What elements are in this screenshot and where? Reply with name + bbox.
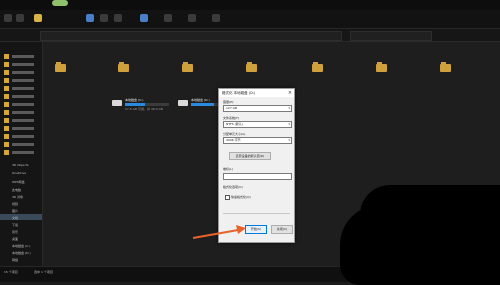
arrow-shaft [192, 229, 239, 239]
arrow-head [236, 225, 246, 234]
annotation-arrow [192, 225, 246, 239]
